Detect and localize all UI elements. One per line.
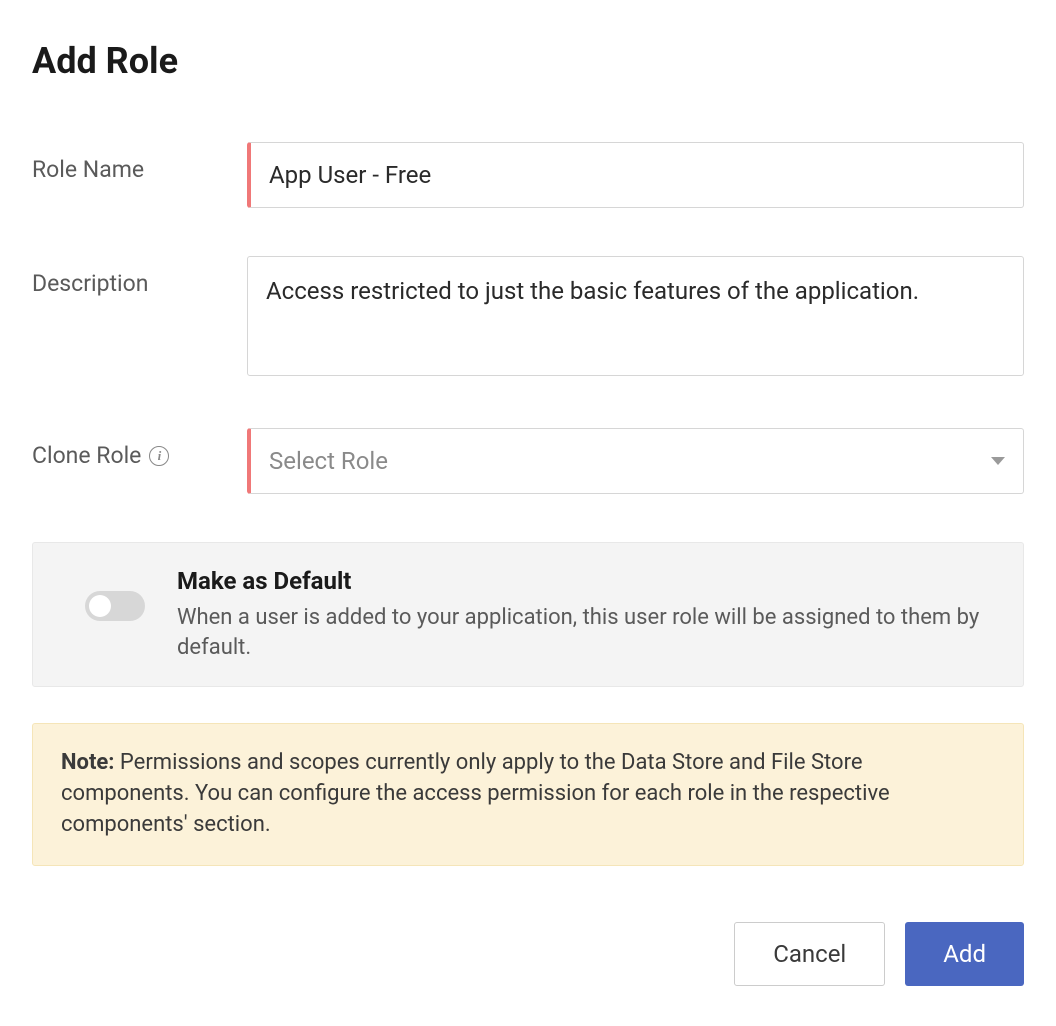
role-name-row: Role Name bbox=[32, 142, 1024, 208]
clone-role-label: Clone Role i bbox=[32, 428, 247, 469]
toggle-knob bbox=[89, 595, 111, 617]
info-icon[interactable]: i bbox=[149, 446, 169, 466]
page-title: Add Role bbox=[32, 40, 1024, 82]
make-default-toggle[interactable] bbox=[85, 591, 145, 621]
chevron-down-icon bbox=[991, 457, 1005, 465]
add-button[interactable]: Add bbox=[905, 922, 1024, 986]
clone-role-label-text: Clone Role bbox=[32, 442, 141, 469]
clone-role-select[interactable]: Select Role bbox=[247, 428, 1024, 494]
clone-role-placeholder: Select Role bbox=[269, 447, 388, 475]
button-row: Cancel Add bbox=[32, 922, 1024, 986]
description-input[interactable]: Access restricted to just the basic feat… bbox=[247, 256, 1024, 376]
make-default-panel: Make as Default When a user is added to … bbox=[32, 542, 1024, 687]
make-default-title: Make as Default bbox=[177, 567, 995, 595]
role-name-label: Role Name bbox=[32, 142, 247, 183]
role-name-input[interactable] bbox=[247, 142, 1024, 208]
description-row: Description Access restricted to just th… bbox=[32, 256, 1024, 380]
clone-role-row: Clone Role i Select Role bbox=[32, 428, 1024, 494]
make-default-description: When a user is added to your application… bbox=[177, 603, 995, 662]
note-text: Permissions and scopes currently only ap… bbox=[61, 750, 890, 837]
cancel-button[interactable]: Cancel bbox=[734, 922, 885, 986]
description-label: Description bbox=[32, 256, 247, 297]
note-panel: Note: Permissions and scopes currently o… bbox=[32, 723, 1024, 865]
note-label: Note: bbox=[61, 750, 114, 775]
